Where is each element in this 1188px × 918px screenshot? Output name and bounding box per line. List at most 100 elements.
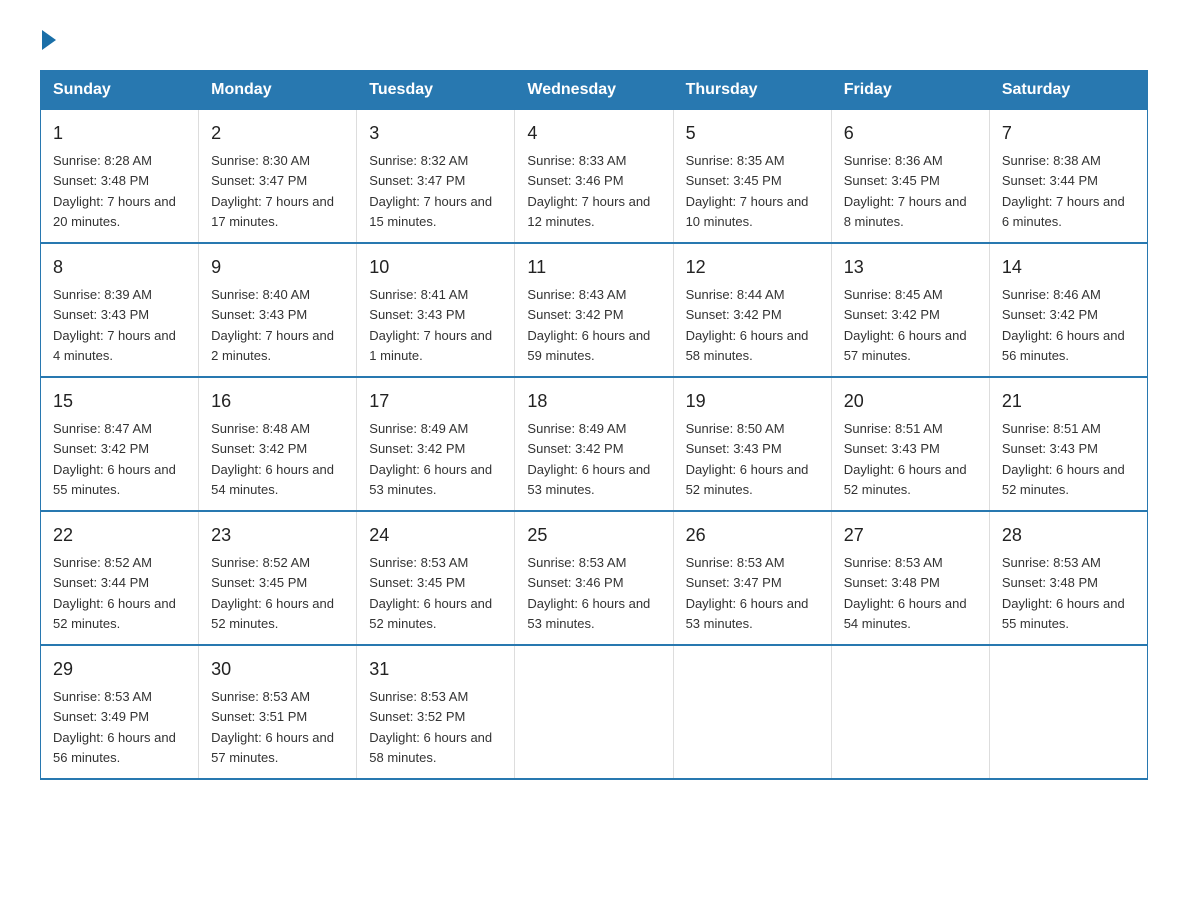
day-info: Sunrise: 8:32 AMSunset: 3:47 PMDaylight:… [369,153,492,229]
day-number: 25 [527,522,660,549]
day-info: Sunrise: 8:44 AMSunset: 3:42 PMDaylight:… [686,287,809,363]
day-number: 1 [53,120,186,147]
header-wednesday: Wednesday [515,71,673,110]
day-info: Sunrise: 8:51 AMSunset: 3:43 PMDaylight:… [1002,421,1125,497]
day-number: 30 [211,656,344,683]
day-info: Sunrise: 8:41 AMSunset: 3:43 PMDaylight:… [369,287,492,363]
calendar-cell [831,645,989,779]
calendar-week-row: 29 Sunrise: 8:53 AMSunset: 3:49 PMDayligh… [41,645,1148,779]
day-number: 29 [53,656,186,683]
calendar-cell: 26Sunrise: 8:53 AMSunset: 3:47 PMDayligh… [673,511,831,645]
calendar-cell: 29 Sunrise: 8:53 AMSunset: 3:49 PMDayligh… [41,645,199,779]
day-number: 6 [844,120,977,147]
calendar-cell: 22 Sunrise: 8:52 AMSunset: 3:44 PMDayligh… [41,511,199,645]
day-info: Sunrise: 8:33 AMSunset: 3:46 PMDaylight:… [527,153,650,229]
day-info: Sunrise: 8:53 AMSunset: 3:49 PMDaylight:… [53,689,176,765]
calendar-cell [989,645,1147,779]
logo [40,30,58,50]
day-number: 20 [844,388,977,415]
day-info: Sunrise: 8:53 AMSunset: 3:45 PMDaylight:… [369,555,492,631]
calendar-week-row: 22 Sunrise: 8:52 AMSunset: 3:44 PMDayligh… [41,511,1148,645]
calendar-cell: 3Sunrise: 8:32 AMSunset: 3:47 PMDaylight… [357,110,515,244]
calendar-cell: 15 Sunrise: 8:47 AMSunset: 3:42 PMDayligh… [41,377,199,511]
day-info: Sunrise: 8:52 AMSunset: 3:44 PMDaylight:… [53,555,176,631]
calendar-cell: 28 Sunrise: 8:53 AMSunset: 3:48 PMDayligh… [989,511,1147,645]
calendar-cell: 31 Sunrise: 8:53 AMSunset: 3:52 PMDayligh… [357,645,515,779]
day-info: Sunrise: 8:50 AMSunset: 3:43 PMDaylight:… [686,421,809,497]
calendar-cell: 4Sunrise: 8:33 AMSunset: 3:46 PMDaylight… [515,110,673,244]
calendar-cell [673,645,831,779]
day-number: 19 [686,388,819,415]
day-number: 23 [211,522,344,549]
calendar-week-row: 1 Sunrise: 8:28 AMSunset: 3:48 PMDaylight… [41,110,1148,244]
calendar-cell: 14 Sunrise: 8:46 AMSunset: 3:42 PMDayligh… [989,243,1147,377]
day-info: Sunrise: 8:53 AMSunset: 3:48 PMDaylight:… [844,555,967,631]
calendar-header-row: SundayMondayTuesdayWednesdayThursdayFrid… [41,71,1148,110]
day-number: 28 [1002,522,1135,549]
calendar-cell: 16 Sunrise: 8:48 AMSunset: 3:42 PMDayligh… [199,377,357,511]
header-tuesday: Tuesday [357,71,515,110]
day-info: Sunrise: 8:52 AMSunset: 3:45 PMDaylight:… [211,555,334,631]
calendar-cell: 24 Sunrise: 8:53 AMSunset: 3:45 PMDayligh… [357,511,515,645]
calendar-cell: 5Sunrise: 8:35 AMSunset: 3:45 PMDaylight… [673,110,831,244]
day-info: Sunrise: 8:43 AMSunset: 3:42 PMDaylight:… [527,287,650,363]
day-info: Sunrise: 8:35 AMSunset: 3:45 PMDaylight:… [686,153,809,229]
day-number: 16 [211,388,344,415]
day-info: Sunrise: 8:46 AMSunset: 3:42 PMDaylight:… [1002,287,1125,363]
day-number: 27 [844,522,977,549]
calendar-cell: 10 Sunrise: 8:41 AMSunset: 3:43 PMDayligh… [357,243,515,377]
calendar-week-row: 15 Sunrise: 8:47 AMSunset: 3:42 PMDayligh… [41,377,1148,511]
day-info: Sunrise: 8:45 AMSunset: 3:42 PMDaylight:… [844,287,967,363]
calendar-cell: 30 Sunrise: 8:53 AMSunset: 3:51 PMDayligh… [199,645,357,779]
calendar-cell: 17 Sunrise: 8:49 AMSunset: 3:42 PMDayligh… [357,377,515,511]
day-info: Sunrise: 8:53 AMSunset: 3:48 PMDaylight:… [1002,555,1125,631]
calendar-cell: 13 Sunrise: 8:45 AMSunset: 3:42 PMDayligh… [831,243,989,377]
day-number: 7 [1002,120,1135,147]
calendar-cell: 11 Sunrise: 8:43 AMSunset: 3:42 PMDayligh… [515,243,673,377]
calendar-cell: 25Sunrise: 8:53 AMSunset: 3:46 PMDayligh… [515,511,673,645]
header-friday: Friday [831,71,989,110]
day-info: Sunrise: 8:48 AMSunset: 3:42 PMDaylight:… [211,421,334,497]
day-number: 17 [369,388,502,415]
header-monday: Monday [199,71,357,110]
day-number: 24 [369,522,502,549]
day-number: 22 [53,522,186,549]
day-info: Sunrise: 8:51 AMSunset: 3:43 PMDaylight:… [844,421,967,497]
day-number: 10 [369,254,502,281]
calendar-table: SundayMondayTuesdayWednesdayThursdayFrid… [40,70,1148,780]
calendar-cell: 6 Sunrise: 8:36 AMSunset: 3:45 PMDaylight… [831,110,989,244]
calendar-cell [515,645,673,779]
day-info: Sunrise: 8:53 AMSunset: 3:52 PMDaylight:… [369,689,492,765]
page-header [40,30,1148,50]
day-number: 12 [686,254,819,281]
day-info: Sunrise: 8:47 AMSunset: 3:42 PMDaylight:… [53,421,176,497]
day-info: Sunrise: 8:49 AMSunset: 3:42 PMDaylight:… [369,421,492,497]
day-number: 11 [527,254,660,281]
day-number: 18 [527,388,660,415]
calendar-cell: 2Sunrise: 8:30 AMSunset: 3:47 PMDaylight… [199,110,357,244]
calendar-cell: 1 Sunrise: 8:28 AMSunset: 3:48 PMDaylight… [41,110,199,244]
day-info: Sunrise: 8:53 AMSunset: 3:51 PMDaylight:… [211,689,334,765]
calendar-cell: 9 Sunrise: 8:40 AMSunset: 3:43 PMDaylight… [199,243,357,377]
calendar-cell: 21 Sunrise: 8:51 AMSunset: 3:43 PMDayligh… [989,377,1147,511]
header-saturday: Saturday [989,71,1147,110]
day-info: Sunrise: 8:28 AMSunset: 3:48 PMDaylight:… [53,153,176,229]
day-number: 14 [1002,254,1135,281]
calendar-week-row: 8Sunrise: 8:39 AMSunset: 3:43 PMDaylight… [41,243,1148,377]
day-number: 15 [53,388,186,415]
day-number: 21 [1002,388,1135,415]
calendar-cell: 20 Sunrise: 8:51 AMSunset: 3:43 PMDayligh… [831,377,989,511]
day-number: 31 [369,656,502,683]
header-thursday: Thursday [673,71,831,110]
day-number: 8 [53,254,186,281]
day-info: Sunrise: 8:36 AMSunset: 3:45 PMDaylight:… [844,153,967,229]
calendar-cell: 18Sunrise: 8:49 AMSunset: 3:42 PMDayligh… [515,377,673,511]
day-number: 26 [686,522,819,549]
logo-arrow-icon [42,30,56,50]
day-info: Sunrise: 8:38 AMSunset: 3:44 PMDaylight:… [1002,153,1125,229]
calendar-cell: 12 Sunrise: 8:44 AMSunset: 3:42 PMDayligh… [673,243,831,377]
day-number: 9 [211,254,344,281]
day-info: Sunrise: 8:40 AMSunset: 3:43 PMDaylight:… [211,287,334,363]
calendar-cell: 7 Sunrise: 8:38 AMSunset: 3:44 PMDaylight… [989,110,1147,244]
day-number: 13 [844,254,977,281]
